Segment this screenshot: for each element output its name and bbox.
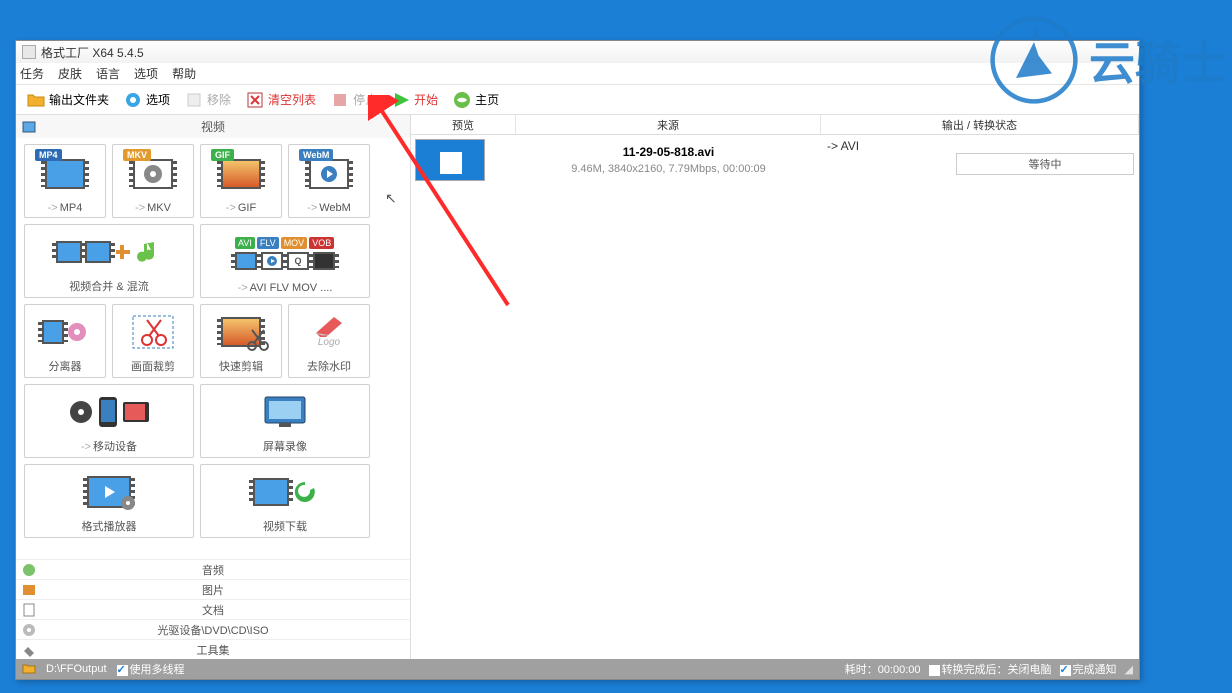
menu-skin[interactable]: 皮肤 xyxy=(58,65,82,82)
task-preview xyxy=(411,135,516,185)
mov-badge: MOV xyxy=(281,237,308,249)
music-gear-icon xyxy=(66,321,88,343)
card-mkv[interactable]: MKV ->MKV xyxy=(112,144,194,218)
col-preview[interactable]: 预览 xyxy=(411,115,516,134)
menu-options[interactable]: 选项 xyxy=(134,65,158,82)
output-folder-button[interactable]: 输出文件夹 xyxy=(22,88,113,112)
scissors-icon xyxy=(131,314,175,350)
card-crop[interactable]: 画面裁剪 xyxy=(112,304,194,378)
menu-help[interactable]: 帮助 xyxy=(172,65,196,82)
window-title: 格式工厂 X64 5.4.5 xyxy=(41,44,144,61)
card-webm[interactable]: WebM ->WebM xyxy=(288,144,370,218)
menu-task[interactable]: 任务 xyxy=(20,65,44,82)
options-button[interactable]: 选项 xyxy=(119,88,174,112)
music-note-icon xyxy=(135,238,163,266)
disc-icon xyxy=(142,163,164,185)
elapsed-time: 耗时：00:00:00 xyxy=(845,661,921,677)
output-path[interactable]: D:\FFOutput xyxy=(46,663,107,675)
doc-cat-icon xyxy=(22,603,36,617)
status-bar: D:\FFOutput 使用多线程 耗时：00:00:00 转换完成后：关闭电脑… xyxy=(16,659,1139,679)
sidebar: 视频 MP4 ->MP4 MKV ->MKV G xyxy=(16,115,411,659)
task-meta: 9.46M, 3840x2160, 7.79Mbps, 00:00:09 xyxy=(524,163,813,175)
category-toolkit[interactable]: 工具集 xyxy=(16,639,410,659)
card-mp4[interactable]: MP4 ->MP4 xyxy=(24,144,106,218)
multithread-check[interactable]: 使用多线程 xyxy=(117,661,185,677)
disc-cat-icon xyxy=(22,623,36,637)
start-button[interactable]: 开始 xyxy=(387,88,442,112)
folder-small-icon[interactable] xyxy=(22,662,36,677)
card-merge[interactable]: 视频合并 & 混流 xyxy=(24,224,194,298)
disc-dark-icon xyxy=(68,399,94,425)
card-watermark[interactable]: Logo 去除水印 xyxy=(288,304,370,378)
refresh-icon xyxy=(292,479,318,505)
col-status[interactable]: 输出 / 转换状态 xyxy=(821,115,1139,134)
gif-badge: GIF xyxy=(211,149,234,161)
col-source[interactable]: 来源 xyxy=(516,115,821,134)
category-optical[interactable]: 光驱设备\DVD\CD\ISO xyxy=(16,619,410,639)
stop-icon xyxy=(330,90,350,110)
task-panel: 预览 来源 输出 / 转换状态 11-29-05-818.avi 9.46M, … xyxy=(411,115,1139,659)
category-picture[interactable]: 图片 xyxy=(16,579,410,599)
resize-grip-icon[interactable]: ◢ xyxy=(1125,663,1133,676)
app-icon xyxy=(22,45,36,59)
eraser-icon xyxy=(312,315,346,337)
mp4-badge: MP4 xyxy=(35,149,62,161)
folder-icon xyxy=(26,90,46,110)
menu-bar: 任务 皮肤 语言 选项 帮助 xyxy=(16,63,1139,85)
title-bar: 格式工厂 X64 5.4.5 xyxy=(16,41,1139,63)
gear-small-icon xyxy=(119,494,137,512)
task-source: 11-29-05-818.avi 9.46M, 3840x2160, 7.79M… xyxy=(516,135,821,185)
tablet-icon xyxy=(122,401,150,423)
thumbnail-icon xyxy=(415,139,485,181)
play-icon xyxy=(391,90,411,110)
picture-cat-icon xyxy=(22,583,36,597)
card-download[interactable]: 视频下载 xyxy=(200,464,370,538)
toolbar: 输出文件夹 选项 移除 清空列表 停止 xyxy=(16,85,1139,115)
video-category-icon xyxy=(22,120,36,134)
category-document[interactable]: 文档 xyxy=(16,599,410,619)
monitor-icon xyxy=(261,395,309,429)
vob-badge: VOB xyxy=(309,237,334,249)
card-mobile[interactable]: ->移动设备 xyxy=(24,384,194,458)
card-gif[interactable]: GIF ->GIF xyxy=(200,144,282,218)
globe-gear-icon xyxy=(123,90,143,110)
remove-icon xyxy=(184,90,204,110)
task-header: 预览 来源 输出 / 转换状态 xyxy=(411,115,1139,135)
home-globe-icon xyxy=(452,90,472,110)
task-dest: -> AVI xyxy=(821,135,951,185)
remove-button[interactable]: 移除 xyxy=(180,88,235,112)
after-done-check[interactable]: 转换完成后：关闭电脑 xyxy=(929,661,1052,677)
card-quickcut[interactable]: 快速剪辑 xyxy=(200,304,282,378)
task-filename: 11-29-05-818.avi xyxy=(524,145,813,159)
card-screenrec[interactable]: 屏幕录像 xyxy=(200,384,370,458)
menu-lang[interactable]: 语言 xyxy=(96,65,120,82)
category-audio[interactable]: 音频 xyxy=(16,559,410,579)
play-circle-icon xyxy=(319,164,339,184)
stop-button[interactable]: 停止 xyxy=(326,88,381,112)
scissors-small-icon xyxy=(245,327,271,353)
plus-icon xyxy=(114,243,132,261)
notify-check[interactable]: 完成通知 xyxy=(1060,661,1117,677)
home-button[interactable]: 主页 xyxy=(448,88,503,112)
webm-badge: WebM xyxy=(299,149,333,161)
clear-x-icon xyxy=(245,90,265,110)
app-window: 格式工厂 X64 5.4.5 任务 皮肤 语言 选项 帮助 输出文件夹 选项 移… xyxy=(15,40,1140,680)
audio-cat-icon xyxy=(22,563,36,577)
avi-badge: AVI xyxy=(235,237,255,249)
task-status: 等待中 xyxy=(956,153,1135,175)
card-avi-more[interactable]: AVI FLV MOV VOB Q xyxy=(200,224,370,298)
card-splitter[interactable]: 分离器 xyxy=(24,304,106,378)
mkv-badge: MKV xyxy=(123,149,151,161)
clear-list-button[interactable]: 清空列表 xyxy=(241,88,320,112)
category-video-header[interactable]: 视频 xyxy=(16,115,410,138)
phone-icon xyxy=(98,396,118,428)
toolkit-cat-icon xyxy=(22,643,36,657)
flv-badge: FLV xyxy=(257,237,279,249)
card-player[interactable]: 格式播放器 xyxy=(24,464,194,538)
task-row[interactable]: 11-29-05-818.avi 9.46M, 3840x2160, 7.79M… xyxy=(411,135,1139,185)
